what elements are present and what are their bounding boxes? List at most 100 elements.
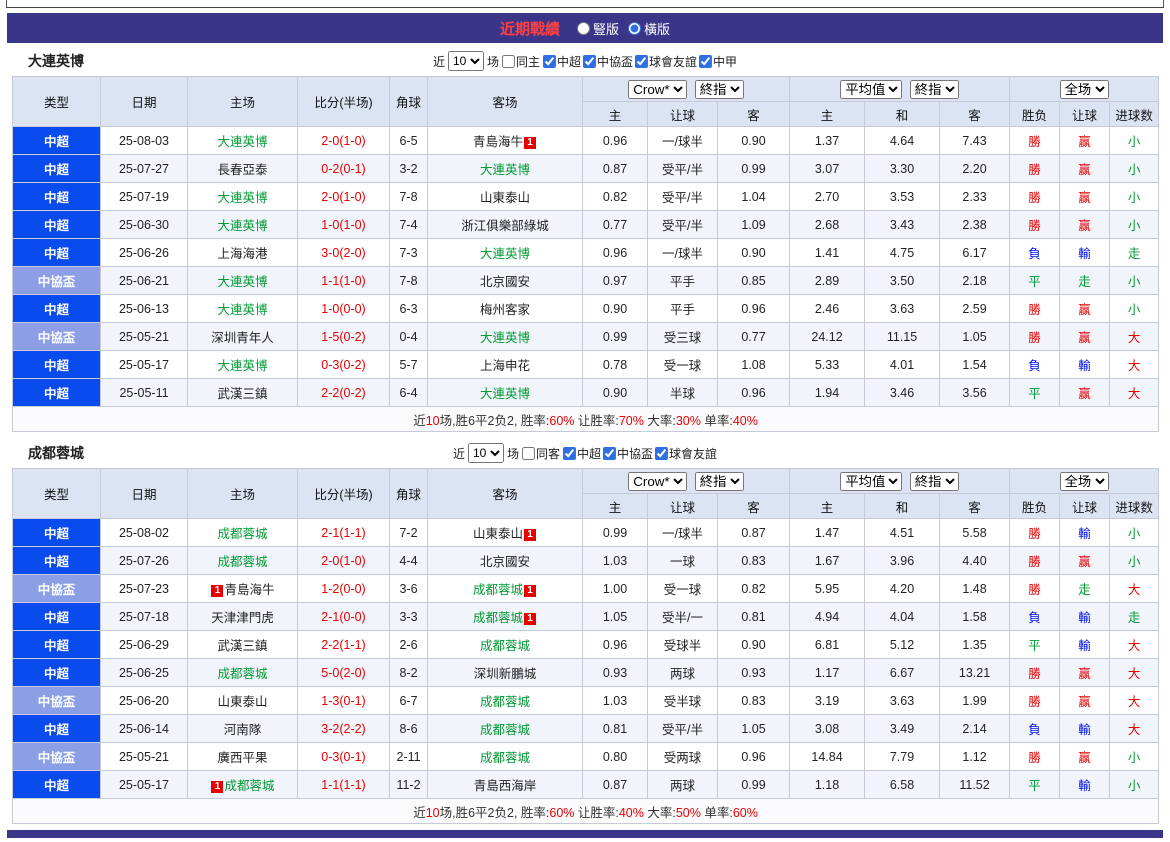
avg-draw-cell: 11.15 bbox=[864, 322, 941, 351]
odds-company-select[interactable]: Crow* bbox=[628, 79, 688, 99]
league-checkbox[interactable] bbox=[655, 446, 669, 460]
same-venue-filter[interactable]: 同客 bbox=[521, 445, 560, 462]
match-date-cell: 25-07-27 bbox=[100, 154, 188, 183]
league-filter-中甲[interactable]: 中甲 bbox=[699, 53, 737, 70]
avg-draw-cell: 4.20 bbox=[864, 574, 941, 603]
league-checkbox[interactable] bbox=[542, 54, 556, 68]
handicap-result-cell: 輸 bbox=[1059, 518, 1111, 547]
handicap-result-cell: 赢 bbox=[1059, 126, 1111, 155]
horizontal-radio[interactable] bbox=[628, 21, 641, 35]
avg-group-header: 平均值 終指 bbox=[789, 468, 1011, 494]
score-cell: 2-0(1-0) bbox=[297, 546, 390, 575]
handicap-cell: 受三球 bbox=[647, 322, 718, 351]
red-card-badge: 1 bbox=[524, 585, 536, 597]
layout-option-vertical[interactable]: 豎版 bbox=[576, 19, 619, 38]
summary-part: 单率: bbox=[700, 413, 733, 428]
avg-away-cell: 6.17 bbox=[939, 238, 1011, 267]
league-checkbox[interactable] bbox=[699, 54, 713, 68]
league-filter-中超[interactable]: 中超 bbox=[542, 53, 581, 70]
league-checkbox[interactable] bbox=[563, 446, 576, 460]
col-goals-result: 进球数 bbox=[1109, 493, 1160, 519]
odds-away-cell: 0.96 bbox=[716, 742, 791, 771]
layout-option-horizontal[interactable]: 橫版 bbox=[628, 19, 670, 38]
same-venue-filter[interactable]: 同主 bbox=[501, 53, 540, 70]
match-row: 中超 25-07-19 大連英博 2-0(1-0) 7-8 山東泰山 0.82 受平/半 1.0… bbox=[12, 182, 1160, 211]
league-filter-中協盃[interactable]: 中協盃 bbox=[583, 53, 633, 70]
away-team-cell: 梅州客家 bbox=[427, 294, 583, 323]
recent-count-select[interactable]: 10 bbox=[447, 51, 484, 71]
corner-cell: 6-7 bbox=[389, 686, 428, 715]
avg-draw-cell: 7.79 bbox=[864, 742, 941, 771]
team-name: 成都蓉城 bbox=[217, 527, 268, 541]
recent-count-select[interactable]: 10 bbox=[467, 443, 504, 463]
avg-period-select[interactable]: 終指 bbox=[909, 471, 959, 491]
league-checkbox[interactable] bbox=[635, 54, 649, 68]
summary-0: 近10场,胜6平2负2, 胜率:60% 让胜率:70% 大率:30% 单率:40… bbox=[11, 406, 1160, 432]
avg-home-cell: 2.70 bbox=[789, 182, 866, 211]
team-name: 青島海牛 bbox=[224, 583, 275, 597]
score-cell: 3-2(2-2) bbox=[297, 714, 390, 743]
match-type-cell: 中協盃 bbox=[12, 266, 101, 295]
col-corner: 角球 bbox=[389, 468, 428, 519]
league-label: 球會友誼 bbox=[649, 54, 698, 69]
home-team-cell: 成都蓉城 bbox=[187, 546, 298, 575]
goals-result-cell: 小 bbox=[1109, 518, 1160, 547]
home-team-cell: 大連英博 bbox=[187, 350, 298, 379]
odds-period-select[interactable]: 終指 bbox=[694, 79, 744, 99]
result-cell: 勝 bbox=[1009, 574, 1061, 603]
team-name: 青島西海岸 bbox=[473, 779, 537, 793]
odds-home-cell: 0.93 bbox=[582, 658, 648, 687]
avg-period-select[interactable]: 終指 bbox=[909, 79, 959, 99]
odds-group-header: Crow* 終指 bbox=[581, 76, 791, 102]
odds-home-cell: 1.00 bbox=[582, 574, 648, 603]
goals-result-cell: 大 bbox=[1109, 378, 1160, 407]
corner-cell: 6-4 bbox=[389, 378, 428, 407]
avg-home-cell: 2.68 bbox=[789, 210, 866, 239]
scope-select[interactable]: 全场 bbox=[1059, 79, 1109, 99]
odds-away-cell: 0.83 bbox=[716, 546, 791, 575]
avg-home-cell: 14.84 bbox=[789, 742, 866, 771]
match-row: 中超 25-08-03 大連英博 2-0(1-0) 6-5 青島海牛 1 0.96 一/球半 0.… bbox=[12, 126, 1160, 155]
avg-home-cell: 3.07 bbox=[789, 154, 866, 183]
page-title: 近期戰績 bbox=[499, 20, 560, 38]
match-type-cell: 中超 bbox=[12, 154, 101, 183]
match-row: 中協盃 25-06-20 山東泰山 1-3(0-1) 6-7 成都蓉城 1.03 受半球 0.8… bbox=[12, 686, 1160, 715]
away-team-cell: 成都蓉城 bbox=[427, 714, 583, 743]
col-goals-result: 进球数 bbox=[1109, 101, 1160, 127]
odds-company-select[interactable]: Crow* bbox=[628, 471, 688, 491]
col-date: 日期 bbox=[100, 468, 188, 519]
avg-home-cell: 1.47 bbox=[789, 518, 866, 547]
same-venue-checkbox[interactable] bbox=[501, 54, 515, 68]
league-filter-球會友誼[interactable]: 球會友誼 bbox=[635, 53, 697, 70]
same-venue-checkbox[interactable] bbox=[521, 446, 535, 460]
avg-draw-cell: 4.75 bbox=[864, 238, 941, 267]
col-avg-draw: 和 bbox=[864, 101, 941, 127]
scope-group-header: 全场 bbox=[1009, 468, 1160, 494]
match-type-cell: 中超 bbox=[12, 238, 101, 267]
league-filter-球會友誼[interactable]: 球會友誼 bbox=[655, 445, 717, 462]
scope-select[interactable]: 全场 bbox=[1059, 471, 1109, 491]
near-label: 近 bbox=[452, 446, 465, 461]
result-cell: 負 bbox=[1009, 238, 1061, 267]
home-team-cell: 武漢三鎮 bbox=[187, 630, 298, 659]
league-checkbox[interactable] bbox=[583, 54, 597, 68]
odds-period-select[interactable]: 終指 bbox=[694, 471, 744, 491]
handicap-cell: 两球 bbox=[647, 658, 718, 687]
corner-cell: 5-7 bbox=[389, 350, 428, 379]
avg-type-select[interactable]: 平均值 bbox=[840, 471, 903, 491]
home-team-cell: 1 成都蓉城 bbox=[187, 770, 298, 799]
vertical-radio[interactable] bbox=[576, 21, 590, 35]
team-name: 深圳新鵬城 bbox=[473, 667, 537, 681]
match-date-cell: 25-06-14 bbox=[100, 714, 188, 743]
league-filter-中協盃[interactable]: 中協盃 bbox=[603, 445, 653, 462]
odds-away-cell: 0.90 bbox=[716, 126, 791, 155]
avg-type-select[interactable]: 平均值 bbox=[840, 79, 903, 99]
team-name: 成都蓉城 bbox=[217, 555, 268, 569]
league-checkbox[interactable] bbox=[603, 446, 617, 460]
col-avg-draw: 和 bbox=[864, 493, 941, 519]
handicap-cell: 受一球 bbox=[647, 574, 718, 603]
summary-part: 让胜率: bbox=[574, 413, 619, 428]
league-filter-中超[interactable]: 中超 bbox=[563, 445, 601, 462]
team-name: 大連英博 bbox=[479, 387, 530, 401]
odds-away-cell: 0.77 bbox=[716, 322, 791, 351]
